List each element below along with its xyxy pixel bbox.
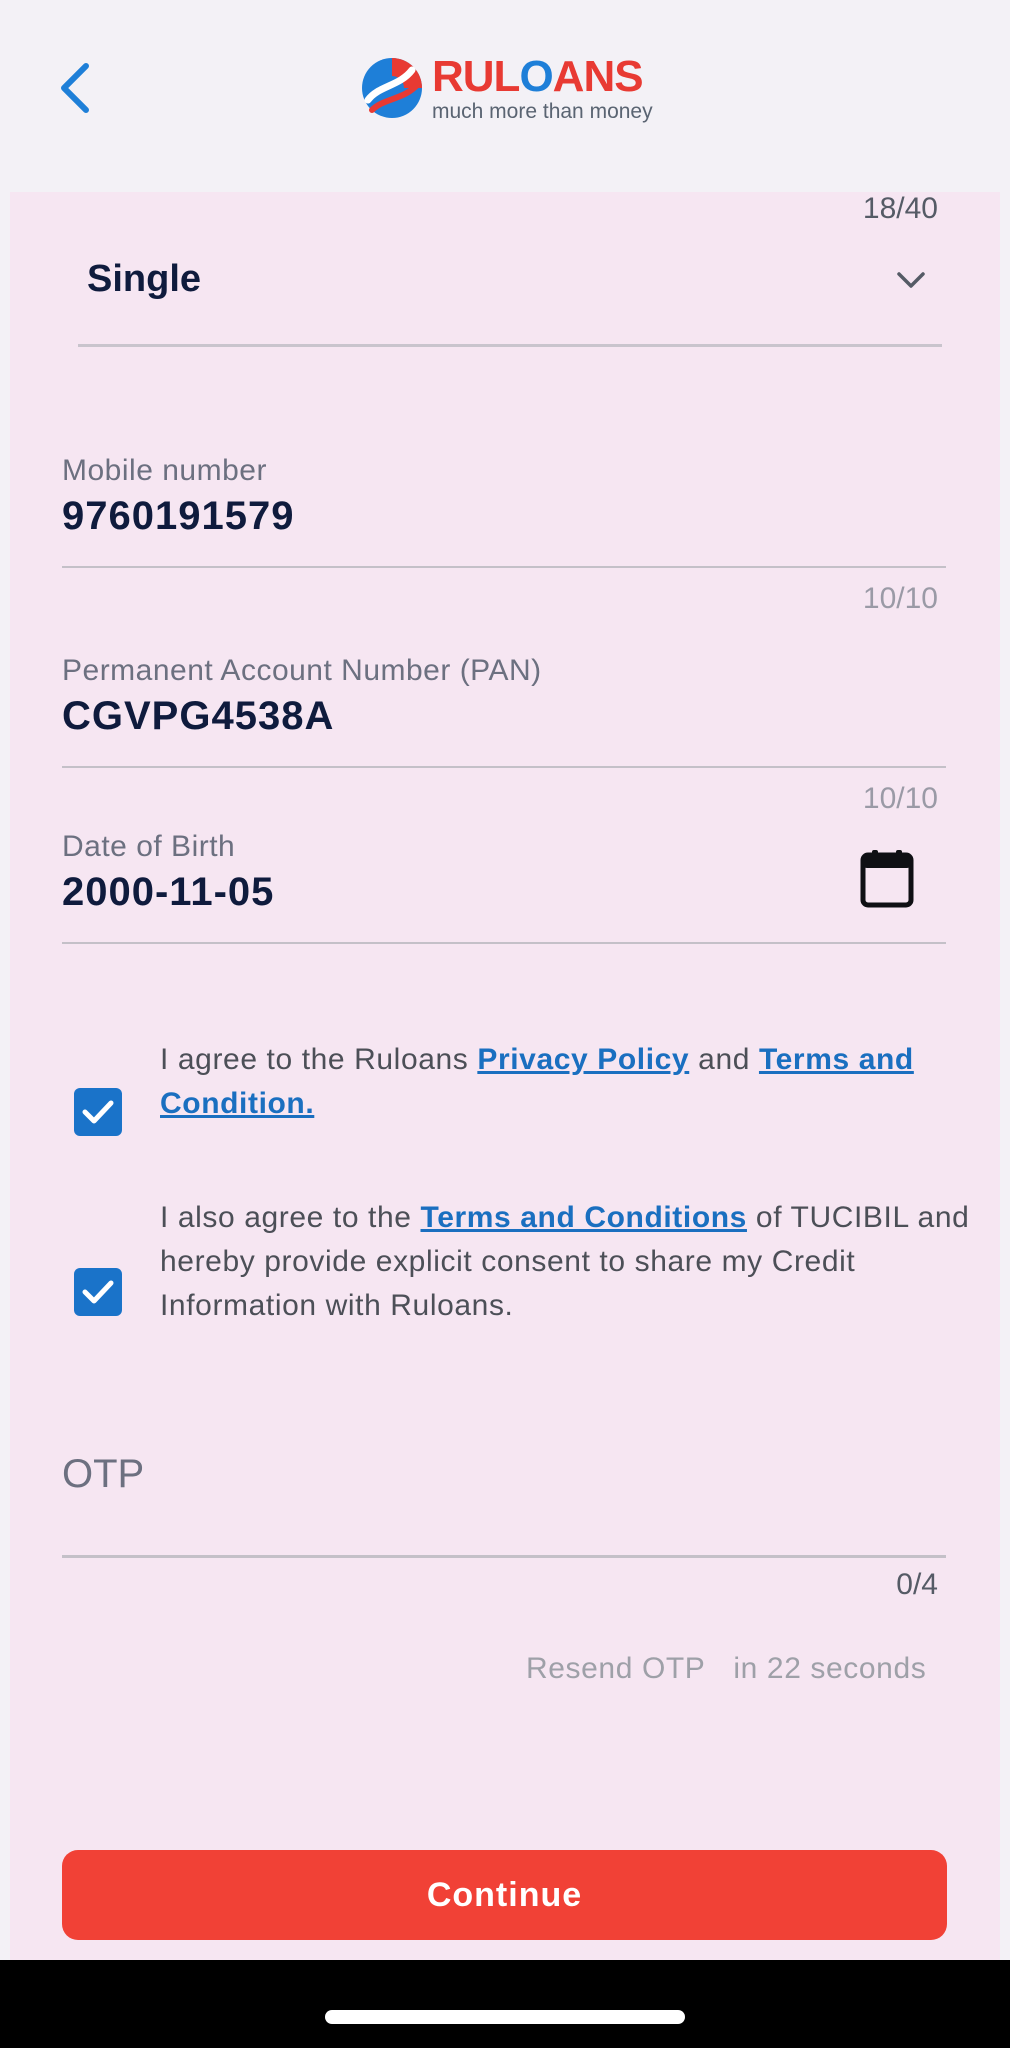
ruloans-logo-icon	[362, 58, 422, 118]
marital-status-counter: 18/40	[862, 192, 938, 225]
back-button[interactable]	[50, 55, 100, 120]
date-of-birth-value: 2000-11-05	[62, 870, 275, 914]
brand-name: RULOANS	[432, 51, 644, 101]
chevron-left-icon	[61, 62, 89, 113]
continue-button[interactable]: Continue	[62, 1850, 947, 1940]
privacy-policy-link[interactable]: Privacy Policy	[477, 1043, 689, 1076]
home-indicator[interactable]	[325, 2010, 685, 2024]
chevron-down-icon	[897, 272, 925, 288]
mobile-number-label: Mobile number	[62, 454, 267, 487]
resend-otp-button[interactable]: Resend OTP	[526, 1652, 705, 1685]
pan-counter: 10/10	[862, 782, 938, 815]
checkmark-icon	[82, 1100, 114, 1124]
pan-value: CGVPG4538A	[62, 694, 335, 738]
mobile-number-field[interactable]: Mobile number 9760191579	[62, 454, 946, 568]
pan-label: Permanent Account Number (PAN)	[62, 654, 542, 687]
resend-otp-timer: in 22 seconds	[733, 1652, 927, 1685]
system-home-bar	[0, 1960, 1010, 2048]
marital-status-select[interactable]: Single	[78, 240, 942, 347]
privacy-consent-text: I agree to the Ruloans Privacy Policy an…	[160, 1043, 914, 1120]
mobile-number-counter: 10/10	[862, 582, 938, 615]
calendar-icon[interactable]	[860, 850, 914, 908]
privacy-consent-checkbox[interactable]	[74, 1088, 122, 1136]
app-header: RULOANS much more than money	[0, 0, 1010, 192]
tucibil-terms-link[interactable]: Terms and Conditions	[421, 1201, 747, 1234]
cibil-consent-text: I also agree to the Terms and Conditions…	[160, 1201, 970, 1322]
cibil-consent-checkbox[interactable]	[74, 1268, 122, 1316]
marital-status-value: Single	[87, 258, 202, 300]
otp-placeholder: OTP	[62, 1452, 145, 1496]
mobile-number-value: 9760191579	[62, 494, 295, 538]
ruloans-logo: RULOANS much more than money	[360, 52, 653, 124]
form-card: 18/40 Single Mobile number 9760191579 10…	[10, 192, 1000, 1960]
resend-otp: Resend OTP in 22 seconds	[526, 1652, 926, 1686]
pan-field[interactable]: Permanent Account Number (PAN) CGVPG4538…	[62, 654, 946, 768]
checkmark-icon	[82, 1280, 114, 1304]
otp-input[interactable]: OTP	[62, 1412, 946, 1558]
brand-tagline: much more than money	[432, 99, 653, 123]
date-of-birth-field[interactable]: Date of Birth 2000-11-05	[62, 830, 946, 944]
date-of-birth-label: Date of Birth	[62, 830, 236, 863]
otp-counter: 0/4	[896, 1568, 938, 1601]
